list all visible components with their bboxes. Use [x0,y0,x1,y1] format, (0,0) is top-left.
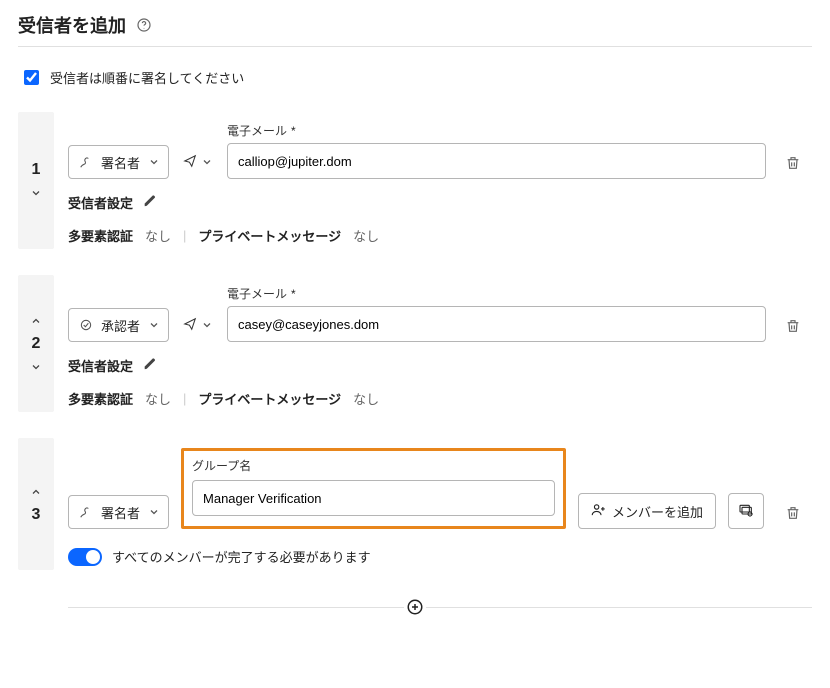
role-label: 署名者 [101,503,140,522]
chevron-down-icon [148,506,160,518]
email-input[interactable] [227,143,766,179]
role-select[interactable]: 署名者 [68,495,169,529]
required-indicator: * [291,124,296,138]
order-number: 3 [32,506,41,524]
group-settings-button[interactable] [728,493,764,529]
send-icon [183,317,197,334]
move-up-icon[interactable] [28,484,44,500]
sequential-sign-label: 受信者は順番に署名してください [50,68,244,87]
required-indicator: * [291,287,296,301]
pencil-icon [143,359,157,374]
plus-circle-icon [406,598,424,616]
chevron-down-icon [201,319,213,331]
move-down-icon[interactable] [28,359,44,375]
trash-icon [785,155,801,174]
help-icon[interactable] [136,17,152,33]
add-user-icon [591,502,606,520]
recipient-settings-label: 受信者設定 [68,356,133,375]
chevron-down-icon [148,156,160,168]
move-down-icon[interactable] [28,185,44,201]
group-name-input[interactable] [192,480,555,516]
edit-settings-button[interactable] [143,357,157,374]
add-member-button[interactable]: メンバーを追加 [578,493,716,529]
recipient-row: 1 署名者 [18,112,812,249]
sequential-sign-checkbox[interactable] [24,70,39,85]
send-icon [183,154,197,171]
group-name-highlight: グループ名 [181,448,566,529]
mfa-value: なし [145,389,171,408]
signer-icon [79,155,93,169]
group-name-label: グループ名 [192,457,251,474]
approver-icon [79,318,93,332]
delivery-method-select[interactable] [179,145,217,179]
separator: | [183,391,186,406]
page-title: 受信者を追加 [18,12,126,38]
move-up-icon[interactable] [28,313,44,329]
group-gear-icon [738,502,754,521]
order-number: 1 [32,161,41,179]
role-select[interactable]: 署名者 [68,145,169,179]
delete-recipient-button[interactable] [778,499,808,529]
all-must-complete-toggle[interactable] [68,548,102,566]
add-recipient-button[interactable] [404,596,426,618]
edit-settings-button[interactable] [143,194,157,211]
signer-icon [79,505,93,519]
role-label: 承認者 [101,316,140,335]
all-must-complete-label: すべてのメンバーが完了する必要があります [112,547,371,566]
email-input[interactable] [227,306,766,342]
recipient-settings-label: 受信者設定 [68,193,133,212]
pencil-icon [143,196,157,211]
delete-recipient-button[interactable] [778,149,808,179]
trash-icon [785,505,801,524]
private-message-label: プライベートメッセージ [198,389,341,408]
delivery-method-select[interactable] [179,308,217,342]
separator: | [183,228,186,243]
email-label: 電子メール [227,285,287,302]
order-number: 2 [32,335,41,353]
mfa-value: なし [145,226,171,245]
private-message-value: なし [353,389,379,408]
chevron-down-icon [148,319,160,331]
trash-icon [785,318,801,337]
private-message-label: プライベートメッセージ [198,226,341,245]
email-label: 電子メール [227,122,287,139]
order-handle[interactable]: 1 [18,112,54,249]
chevron-down-icon [201,156,213,168]
role-select[interactable]: 承認者 [68,308,169,342]
mfa-label: 多要素認証 [68,226,133,245]
sequential-sign-checkbox-row[interactable]: 受信者は順番に署名してください [20,67,812,88]
add-member-label: メンバーを追加 [612,502,703,521]
role-label: 署名者 [101,153,140,172]
recipient-row: 2 承認者 [18,275,812,412]
order-handle[interactable]: 3 [18,438,54,570]
mfa-label: 多要素認証 [68,389,133,408]
delete-recipient-button[interactable] [778,312,808,342]
private-message-value: なし [353,226,379,245]
recipient-group-row: 3 署名者 グループ名 [18,438,812,570]
order-handle[interactable]: 2 [18,275,54,412]
